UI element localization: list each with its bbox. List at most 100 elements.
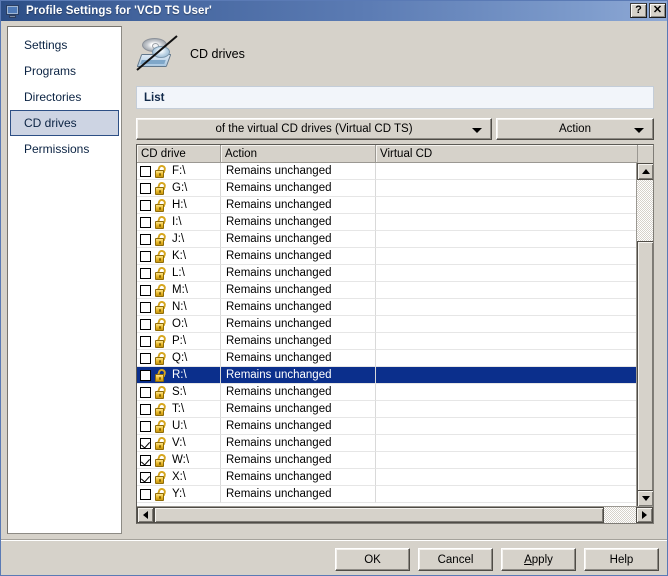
row-checkbox[interactable] — [140, 200, 151, 211]
row-checkbox[interactable] — [140, 370, 151, 381]
title-bar: Profile Settings for 'VCD TS User' ? ✕ — [1, 1, 668, 21]
table-row[interactable]: W:\Remains unchanged — [137, 452, 638, 469]
cell-drive-letter: X:\ — [171, 471, 186, 483]
padlock-open-icon — [154, 301, 168, 314]
cell-cd-drive: W:\ — [137, 452, 221, 469]
row-checkbox[interactable] — [140, 455, 151, 466]
table-row[interactable]: Q:\Remains unchanged — [137, 350, 638, 367]
horizontal-scrollbar[interactable] — [137, 506, 653, 523]
table-row[interactable]: U:\Remains unchanged — [137, 418, 638, 435]
scroll-right-button[interactable] — [636, 507, 653, 523]
sidebar-item-directories[interactable]: Directories — [10, 84, 119, 110]
footer-separator — [1, 539, 668, 541]
table-row[interactable]: V:\Remains unchanged — [137, 435, 638, 452]
padlock-open-icon — [154, 216, 168, 229]
cell-virtual-cd — [376, 163, 638, 180]
row-checkbox[interactable] — [140, 438, 151, 449]
help-button[interactable]: Help — [584, 548, 659, 571]
help-icon[interactable]: ? — [630, 3, 647, 18]
sidebar-item-permissions[interactable]: Permissions — [10, 136, 119, 162]
row-checkbox[interactable] — [140, 251, 151, 262]
table-row[interactable]: O:\Remains unchanged — [137, 316, 638, 333]
row-checkbox[interactable] — [140, 489, 151, 500]
row-checkbox[interactable] — [140, 285, 151, 296]
table-row[interactable]: L:\Remains unchanged — [137, 265, 638, 282]
table-row[interactable]: N:\ Remains unchanged — [137, 299, 638, 316]
row-checkbox[interactable] — [140, 217, 151, 228]
row-checkbox[interactable] — [140, 319, 151, 330]
cell-action: Remains unchanged — [221, 299, 376, 316]
table-row[interactable]: P:\Remains unchanged — [137, 333, 638, 350]
padlock-open-icon — [154, 267, 168, 280]
cell-cd-drive: P:\ — [137, 333, 221, 350]
table-row[interactable]: M:\Remains unchanged — [137, 282, 638, 299]
cell-drive-letter: G:\ — [171, 182, 187, 194]
row-checkbox[interactable] — [140, 234, 151, 245]
cell-action: Remains unchanged — [221, 469, 376, 486]
table-row[interactable]: Y:\Remains unchanged — [137, 486, 638, 503]
scroll-up-button[interactable] — [637, 163, 654, 180]
cell-virtual-cd — [376, 401, 638, 418]
table-row[interactable]: X:\ Remains unchanged — [137, 469, 638, 486]
row-checkbox[interactable] — [140, 404, 151, 415]
row-checkbox[interactable] — [140, 183, 151, 194]
table-row[interactable]: T:\Remains unchanged — [137, 401, 638, 418]
cell-cd-drive: X:\ — [137, 469, 221, 486]
cell-action: Remains unchanged — [221, 367, 376, 384]
table-row[interactable]: H:\Remains unchanged — [137, 197, 638, 214]
cell-virtual-cd — [376, 435, 638, 452]
action-dropdown[interactable]: Action — [496, 118, 654, 140]
cd-drives-listview[interactable]: CD drive Action Virtual CD F:\Remains un… — [136, 144, 654, 524]
table-row[interactable]: K:\Remains unchanged — [137, 248, 638, 265]
close-icon[interactable]: ✕ — [649, 3, 666, 18]
scroll-left-button[interactable] — [137, 507, 154, 523]
cell-drive-letter: Y:\ — [171, 488, 185, 500]
vertical-scrollbar[interactable] — [636, 163, 653, 507]
padlock-open-icon — [154, 250, 168, 263]
cell-virtual-cd — [376, 214, 638, 231]
cell-drive-letter: T:\ — [171, 403, 184, 415]
horizontal-scrollbar-thumb[interactable] — [154, 507, 604, 523]
slash-overlay-icon — [135, 35, 181, 73]
cell-drive-letter: F:\ — [171, 165, 185, 177]
cell-cd-drive: O:\ — [137, 316, 221, 333]
cancel-button[interactable]: Cancel — [418, 548, 493, 571]
cd-drive-source-dropdown[interactable]: of the virtual CD drives (Virtual CD TS) — [136, 118, 492, 140]
cell-cd-drive: T:\ — [137, 401, 221, 418]
sidebar-item-programs[interactable]: Programs — [10, 58, 119, 84]
sidebar-item-settings[interactable]: Settings — [10, 32, 119, 58]
apply-button[interactable]: Apply — [501, 548, 576, 571]
cell-drive-letter: N:\ — [171, 301, 187, 313]
cell-virtual-cd — [376, 418, 638, 435]
cell-drive-letter: W:\ — [171, 454, 189, 466]
row-checkbox[interactable] — [140, 472, 151, 483]
row-checkbox[interactable] — [140, 166, 151, 177]
row-checkbox[interactable] — [140, 353, 151, 364]
settings-category-list[interactable]: Settings Programs Directories CD drives … — [7, 26, 122, 534]
padlock-open-icon — [154, 165, 168, 178]
scroll-down-button[interactable] — [637, 490, 654, 507]
row-checkbox[interactable] — [140, 421, 151, 432]
row-checkbox[interactable] — [140, 302, 151, 313]
column-header-virtual-cd[interactable]: Virtual CD — [376, 145, 638, 163]
table-row[interactable]: S:\Remains unchanged — [137, 384, 638, 401]
cell-virtual-cd — [376, 265, 638, 282]
row-checkbox[interactable] — [140, 336, 151, 347]
column-header-action[interactable]: Action — [221, 145, 376, 163]
table-row[interactable]: G:\Remains unchanged — [137, 180, 638, 197]
cell-virtual-cd — [376, 452, 638, 469]
ok-button[interactable]: OK — [335, 548, 410, 571]
cell-drive-letter: L:\ — [171, 267, 185, 279]
table-row[interactable]: R:\Remains unchanged — [137, 367, 638, 384]
cell-cd-drive: N:\ — [137, 299, 221, 316]
vertical-scrollbar-thumb[interactable] — [637, 241, 654, 501]
table-row[interactable]: I:\Remains unchanged — [137, 214, 638, 231]
cell-drive-letter: P:\ — [171, 335, 186, 347]
column-header-cd-drive[interactable]: CD drive — [137, 145, 221, 163]
table-row[interactable]: J:\Remains unchanged — [137, 231, 638, 248]
cell-action: Remains unchanged — [221, 316, 376, 333]
row-checkbox[interactable] — [140, 387, 151, 398]
row-checkbox[interactable] — [140, 268, 151, 279]
table-row[interactable]: F:\Remains unchanged — [137, 163, 638, 180]
sidebar-item-cd-drives[interactable]: CD drives — [10, 110, 119, 136]
